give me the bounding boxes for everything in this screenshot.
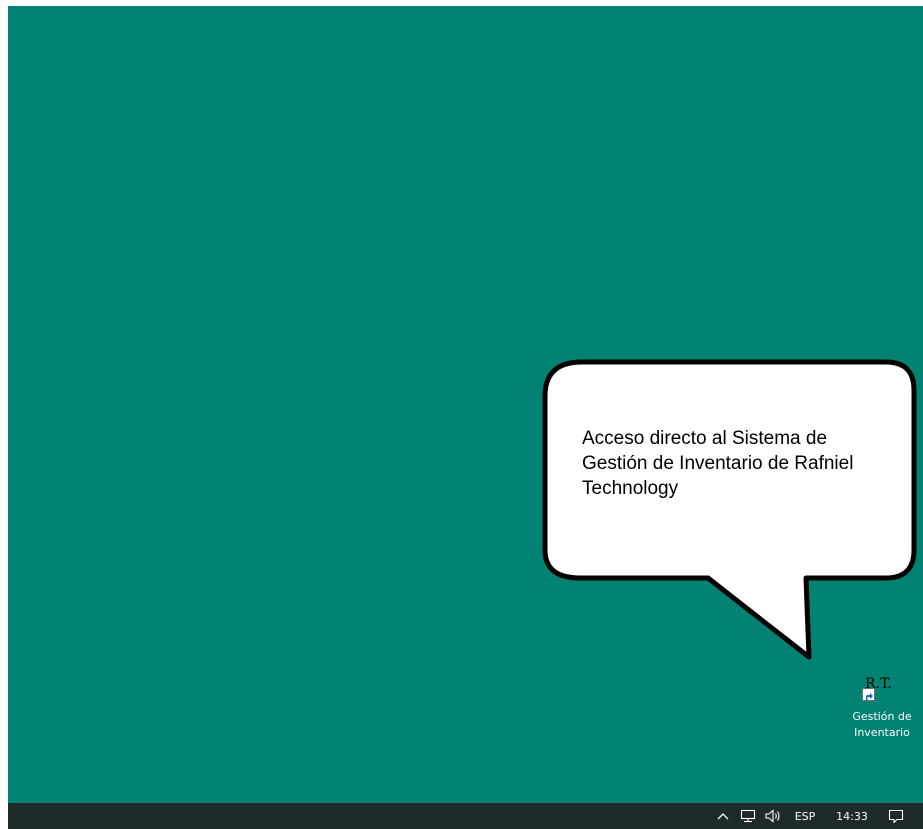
- app-logo-icon: R.T.: [862, 676, 894, 702]
- desktop-shortcut-gestion-inventario[interactable]: R.T. Gestión de Inventario: [842, 676, 922, 746]
- callout-text: Acceso directo al Sistema de Gestión de …: [582, 426, 902, 501]
- shortcut-arrow-icon: [862, 688, 875, 701]
- shortcut-label-line-1: Gestión de: [852, 710, 912, 723]
- chevron-up-icon[interactable]: [714, 803, 732, 829]
- taskbar: ESP 14:33: [8, 803, 923, 829]
- callout-line-3: Technology: [582, 478, 679, 499]
- language-indicator[interactable]: ESP: [790, 803, 820, 829]
- screen: Acceso directo al Sistema de Gestión de …: [8, 6, 923, 829]
- desktop-background[interactable]: Acceso directo al Sistema de Gestión de …: [8, 6, 923, 803]
- network-icon[interactable]: [738, 803, 758, 829]
- notification-icon[interactable]: [882, 803, 910, 829]
- callout-line-1: Acceso directo al Sistema de: [582, 428, 828, 449]
- clock[interactable]: 14:33: [834, 803, 870, 829]
- shortcut-label: Gestión de Inventario: [842, 709, 922, 741]
- shortcut-label-line-2: Inventario: [854, 726, 910, 739]
- volume-icon[interactable]: [762, 803, 784, 829]
- callout-line-2: Gestión de Inventario de Rafniel: [582, 453, 854, 474]
- callout-bubble: [542, 359, 917, 660]
